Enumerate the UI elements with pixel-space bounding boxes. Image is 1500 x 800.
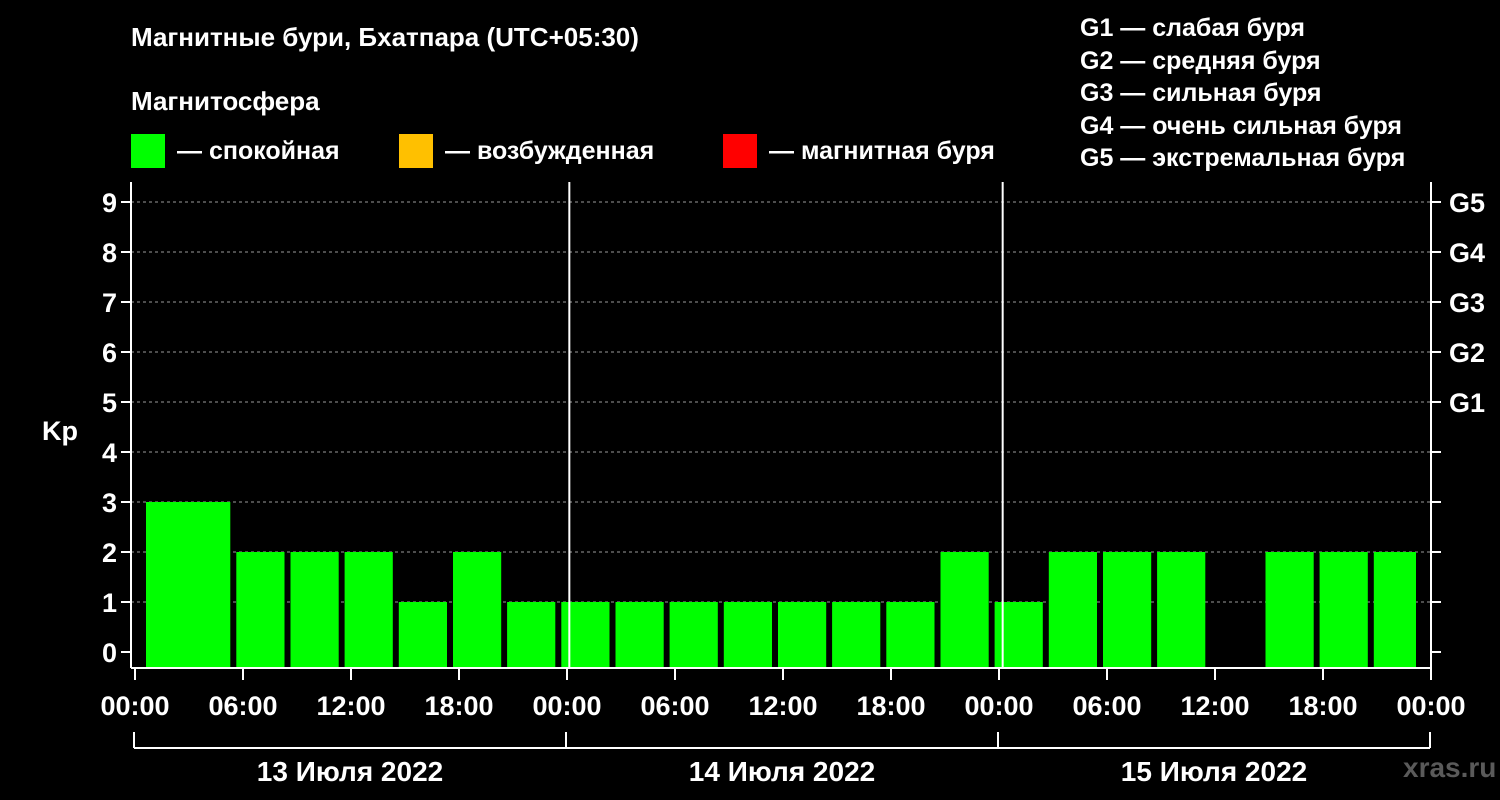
x-tick-label: 06:00 — [640, 691, 709, 721]
kp-bar — [1103, 552, 1152, 668]
g-level-label: G1 — [1449, 388, 1485, 418]
kp-bar — [940, 552, 989, 668]
y-tick-label: 8 — [102, 238, 117, 268]
y-tick-label: 2 — [102, 538, 117, 568]
y-tick-label: 7 — [102, 288, 117, 318]
x-tick-label: 00:00 — [964, 691, 1033, 721]
x-tick-label: 18:00 — [1288, 691, 1357, 721]
kp-bar — [1048, 552, 1097, 668]
g-level-label: G5 — [1449, 188, 1485, 218]
day-label: 14 Июля 2022 — [689, 756, 875, 787]
y-tick-label: 9 — [102, 188, 117, 218]
x-tick-label: 00:00 — [1396, 691, 1465, 721]
kp-bar — [182, 502, 231, 668]
x-tick-label: 12:00 — [748, 691, 817, 721]
y-tick-label: 3 — [102, 488, 117, 518]
y-tick-label: 4 — [102, 438, 117, 468]
kp-bar — [453, 552, 502, 668]
kp-bar — [778, 602, 827, 668]
kp-bar — [236, 552, 285, 668]
kp-bar — [886, 602, 935, 668]
kp-bar — [615, 602, 664, 668]
kp-bar — [290, 552, 339, 668]
x-tick-label: 18:00 — [856, 691, 925, 721]
x-tick-label: 06:00 — [1072, 691, 1141, 721]
day-label: 13 Июля 2022 — [257, 756, 443, 787]
kp-chart: 0 1 2 3 4 5 6 7 8 9 G1 G2 G3 G4 G5 Kp 00:00 06:00 12:00 18:… — [42, 182, 1485, 787]
kp-bar — [723, 602, 772, 668]
g-level-label: G4 — [1449, 238, 1485, 268]
y-tick-label: 1 — [102, 588, 117, 618]
kp-bar — [507, 602, 556, 668]
day-label: 15 Июля 2022 — [1121, 756, 1307, 787]
watermark: xras.ru — [1403, 752, 1497, 783]
y-tick-label: 6 — [102, 338, 117, 368]
kp-bar — [344, 552, 393, 668]
x-tick-label: 12:00 — [316, 691, 385, 721]
y-tick-label: 0 — [102, 638, 117, 668]
g-level-label: G2 — [1449, 338, 1485, 368]
x-tick-label: 06:00 — [208, 691, 277, 721]
kp-bar — [669, 602, 718, 668]
x-tick-label: 00:00 — [100, 691, 169, 721]
x-tick-label: 12:00 — [1180, 691, 1249, 721]
g-level-label: G3 — [1449, 288, 1485, 318]
x-tick-label: 18:00 — [424, 691, 493, 721]
kp-bar — [398, 602, 447, 668]
kp-bar — [832, 602, 881, 668]
x-tick-label: 00:00 — [532, 691, 601, 721]
kp-bar — [1265, 552, 1314, 668]
y-tick-label: 5 — [102, 388, 117, 418]
kp-bar — [1319, 552, 1368, 668]
kp-bar — [1373, 552, 1416, 668]
y-axis-label: Kp — [42, 416, 78, 446]
kp-bar — [1157, 552, 1206, 668]
